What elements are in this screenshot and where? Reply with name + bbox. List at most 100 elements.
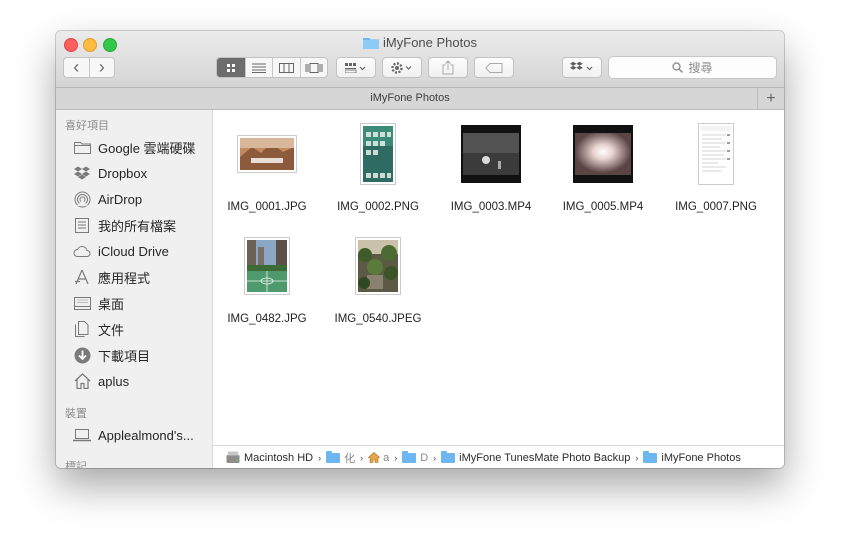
desktop-icon xyxy=(73,294,91,312)
sidebar-item-label: 文件 xyxy=(98,322,125,338)
path-label: iMyFone TunesMate Photo Backup xyxy=(459,451,631,464)
path-item-backup[interactable]: iMyFone TunesMate Photo Backup xyxy=(441,450,631,464)
finder-window: iMyFone Photos ‹ › 搜尋 iMyFone Photos + 喜… xyxy=(56,31,784,468)
dropbox-button[interactable] xyxy=(562,57,602,78)
airdrop-icon xyxy=(73,190,91,208)
path-label: Macintosh HD xyxy=(244,451,314,464)
sidebar-item-label: Applealmond's... xyxy=(98,427,194,443)
sidebar-item-dropbox[interactable]: Dropbox xyxy=(56,161,212,185)
folder-icon xyxy=(441,450,456,463)
path-item-documents[interactable]: D xyxy=(402,450,428,464)
titlebar: iMyFone Photos ‹ › 搜尋 xyxy=(56,31,784,88)
list-view-button[interactable] xyxy=(246,58,274,77)
jpg-thumbnail xyxy=(322,234,434,298)
share-icon xyxy=(442,60,454,75)
path-label: a xyxy=(383,451,390,464)
sidebar-item-desktop[interactable]: 桌面 xyxy=(56,291,212,315)
sidebar-item-downloads[interactable]: 下載項目 xyxy=(56,343,212,367)
list-view-icon xyxy=(252,63,267,73)
sidebar-item-label: Google 雲端硬碟 xyxy=(98,140,196,156)
sidebar-item-label: aplus xyxy=(98,373,130,389)
sidebar-item-label: iCloud Drive xyxy=(98,243,169,259)
jpg-thumbnail xyxy=(211,234,323,298)
file-item[interactable]: IMG_0007.PNG xyxy=(660,122,772,222)
chevron-right-icon: › xyxy=(98,57,105,77)
share-button[interactable] xyxy=(428,57,468,78)
file-name: IMG_0005.MP4 xyxy=(562,201,644,213)
plus-icon: + xyxy=(766,89,776,107)
path-label: iMyFone Photos xyxy=(661,451,741,464)
arrange-icon xyxy=(345,62,366,73)
tab-bar: iMyFone Photos + xyxy=(56,88,784,110)
video-thumbnail xyxy=(547,122,659,186)
sidebar-item-airdrop[interactable]: AirDrop xyxy=(56,187,212,211)
folder-icon xyxy=(363,38,380,49)
tag-icon xyxy=(485,62,503,73)
file-item[interactable]: IMG_0003.MP4 xyxy=(435,122,547,222)
tab-title[interactable]: iMyFone Photos xyxy=(56,92,764,104)
sidebar-item-label: 應用程式 xyxy=(98,270,151,286)
icon-view-icon xyxy=(227,63,236,72)
folder-icon xyxy=(326,450,341,463)
applications-icon xyxy=(73,268,91,286)
folder-icon xyxy=(643,450,658,463)
gallery-view-button[interactable] xyxy=(301,58,327,77)
home-icon xyxy=(73,372,91,390)
file-item[interactable]: IMG_0002.PNG xyxy=(322,122,434,222)
sidebar-item-all-files[interactable]: 我的所有檔案 xyxy=(56,213,212,237)
devices-header: 裝置 xyxy=(65,408,87,420)
file-name: IMG_0007.PNG xyxy=(675,201,757,213)
path-item-home[interactable]: a xyxy=(368,452,389,464)
file-name: IMG_0002.PNG xyxy=(337,201,419,213)
forward-button[interactable]: › xyxy=(90,58,115,77)
file-item[interactable]: IMG_0540.JPEG xyxy=(322,234,434,334)
file-item[interactable]: IMG_0482.JPG xyxy=(211,234,323,334)
sidebar-item-device[interactable]: Applealmond's... xyxy=(56,423,212,447)
sidebar: 喜好項目 Google 雲端硬碟 Dropbox AirDrop 我的所有檔案 … xyxy=(56,110,213,468)
folder-icon xyxy=(73,138,91,156)
video-thumbnail xyxy=(435,122,547,186)
back-button[interactable]: ‹ xyxy=(64,58,90,77)
gear-icon xyxy=(391,61,412,74)
search-icon xyxy=(672,62,684,73)
path-separator: › xyxy=(433,452,437,463)
sidebar-item-applications[interactable]: 應用程式 xyxy=(56,265,212,289)
search-field[interactable]: 搜尋 xyxy=(608,56,777,79)
jpg-thumbnail xyxy=(211,122,323,186)
png-thumbnail xyxy=(322,122,434,186)
sidebar-item-label: 下載項目 xyxy=(98,348,151,364)
sidebar-item-icloud-drive[interactable]: iCloud Drive xyxy=(56,239,212,263)
action-button[interactable] xyxy=(382,57,422,78)
file-name: IMG_0540.JPEG xyxy=(334,313,422,325)
path-item-root[interactable]: Macintosh HD xyxy=(226,451,313,464)
file-item[interactable]: IMG_0005.MP4 xyxy=(547,122,659,222)
file-grid: IMG_0001.JPG IMG_0002.PNG IMG_0003.MP4 I… xyxy=(213,110,784,444)
sidebar-item-home[interactable]: aplus xyxy=(56,369,212,393)
file-name: IMG_0003.MP4 xyxy=(450,201,532,213)
gallery-view-icon xyxy=(305,62,323,73)
path-item-users[interactable]: 化 xyxy=(326,450,355,466)
arrange-button[interactable] xyxy=(336,57,376,78)
sidebar-item-documents[interactable]: 文件 xyxy=(56,317,212,341)
sidebar-item-label: 桌面 xyxy=(98,296,125,312)
new-tab-button[interactable]: + xyxy=(757,88,784,109)
file-name: IMG_0482.JPG xyxy=(227,313,307,325)
dropbox-icon xyxy=(570,61,593,70)
sidebar-item-label: AirDrop xyxy=(98,191,143,207)
hard-drive-icon xyxy=(226,451,240,463)
png-thumbnail xyxy=(660,122,772,186)
tags-button[interactable] xyxy=(474,57,514,78)
sidebar-item-label: Dropbox xyxy=(98,165,148,181)
view-mode-control xyxy=(216,57,328,78)
chevron-left-icon: ‹ xyxy=(73,57,80,77)
path-item-current[interactable]: iMyFone Photos xyxy=(643,450,741,464)
file-item[interactable]: IMG_0001.JPG xyxy=(211,122,323,222)
window-title-text: iMyFone Photos xyxy=(383,35,477,50)
window-title: iMyFone Photos xyxy=(56,35,784,50)
path-separator: › xyxy=(318,452,322,463)
sidebar-item-google-drive[interactable]: Google 雲端硬碟 xyxy=(56,135,212,159)
laptop-icon xyxy=(73,426,91,444)
icon-view-button[interactable] xyxy=(217,58,247,77)
all-files-icon xyxy=(73,216,91,234)
column-view-button[interactable] xyxy=(273,58,301,77)
